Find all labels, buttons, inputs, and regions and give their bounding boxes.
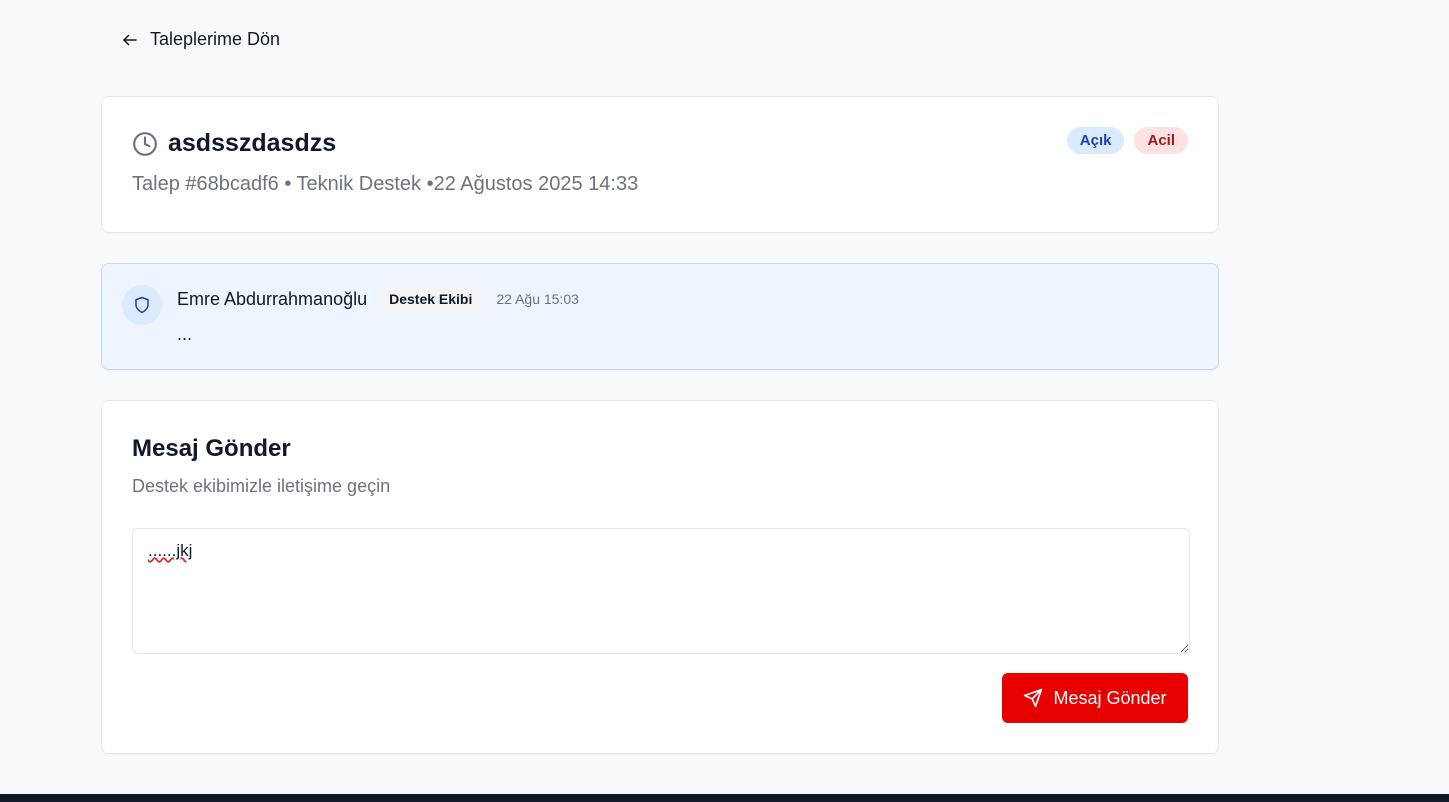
back-link-label: Taleplerime Dön xyxy=(150,29,281,49)
bottom-bar xyxy=(0,794,1449,802)
ticket-title-row: asdsszdasdzs xyxy=(132,129,336,158)
send-icon xyxy=(1024,688,1043,708)
compose-subtitle: Destek ekibimizle iletişime geçin xyxy=(132,476,391,496)
avatar xyxy=(122,285,162,325)
status-badge: Açık xyxy=(1066,127,1125,154)
message-body: ... xyxy=(177,324,193,344)
arrow-left-icon xyxy=(123,34,137,45)
priority-badge: Acil xyxy=(1134,127,1188,154)
message-time: 22 Ağu 15:03 xyxy=(496,291,579,307)
send-button-label: Mesaj Gönder xyxy=(1053,687,1167,708)
back-to-tickets-link[interactable]: Taleplerime Dön xyxy=(121,29,280,50)
ticket-title: asdsszdasdzs xyxy=(168,129,337,157)
message-header: Emre Abdurrahmanoğlu Destek Ekibi 22 Ağu… xyxy=(177,286,579,312)
role-badge: Destek Ekibi xyxy=(379,286,483,312)
shield-icon xyxy=(135,296,149,314)
send-message-button[interactable]: Mesaj Gönder xyxy=(1002,673,1188,723)
clock-icon xyxy=(133,131,157,156)
ticket-meta: Talep #68bcadf6 • Teknik Destek •22 Ağus… xyxy=(132,173,639,195)
ticket-header-card: asdsszdasdzs Talep #68bcadf6 • Teknik De… xyxy=(101,96,1219,233)
compose-title: Mesaj Gönder xyxy=(132,435,291,462)
message-item: Emre Abdurrahmanoğlu Destek Ekibi 22 Ağu… xyxy=(101,263,1219,370)
message-textarea[interactable] xyxy=(132,528,1190,654)
ticket-badges: Açık Acil xyxy=(1066,127,1188,154)
message-author: Emre Abdurrahmanoğlu xyxy=(177,288,368,309)
compose-card: Mesaj Gönder Destek ekibimizle iletişime… xyxy=(101,400,1219,754)
